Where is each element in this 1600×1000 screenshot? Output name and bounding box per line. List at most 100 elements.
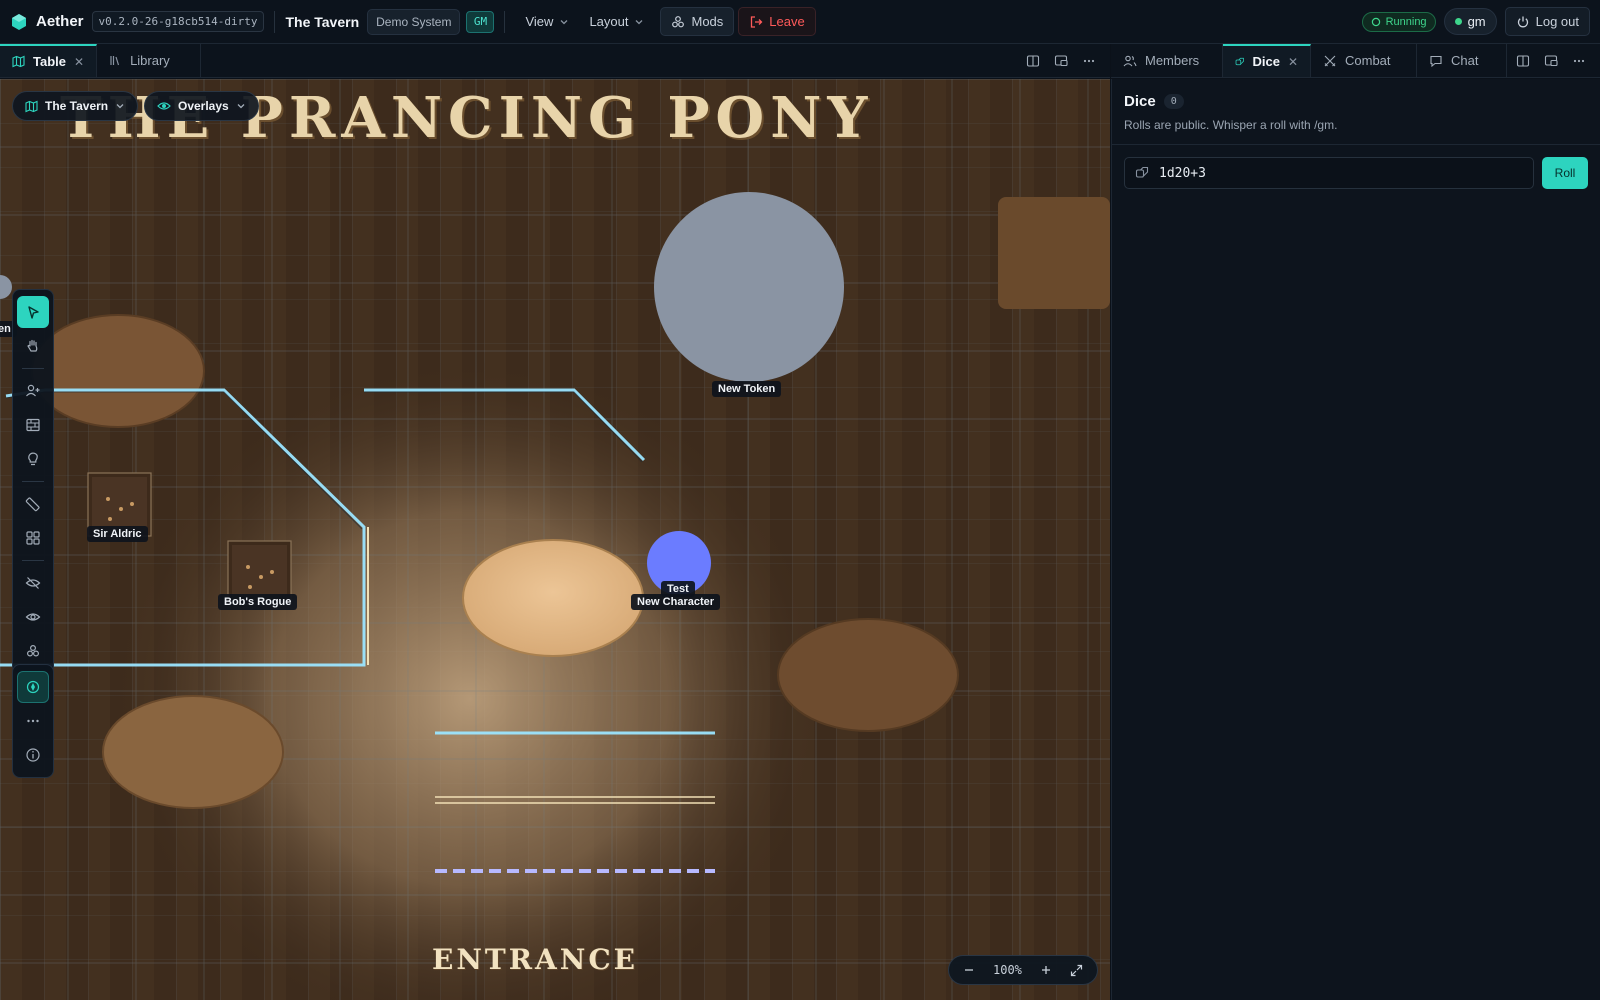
running-status-badge: Running — [1361, 11, 1436, 32]
logout-label: Log out — [1535, 14, 1579, 29]
chevron-down-icon — [237, 104, 245, 109]
tab-members[interactable]: Members — [1111, 44, 1223, 77]
gm-badge: GM — [466, 10, 495, 33]
close-icon[interactable]: ✕ — [74, 55, 84, 69]
dice-expression-value: 1d20+3 — [1159, 165, 1206, 181]
wall-tool[interactable] — [17, 409, 49, 441]
fog-reveal-tool[interactable] — [17, 601, 49, 633]
swords-icon — [1324, 55, 1336, 66]
main-tab-bar: Table ✕ Library — [0, 44, 1110, 78]
zoom-level: 100% — [993, 963, 1022, 977]
secondary-tool-palette — [12, 664, 54, 778]
view-menu[interactable]: View — [515, 8, 579, 35]
divider — [22, 368, 44, 369]
brick-wall-icon — [26, 418, 40, 432]
eye-off-icon — [25, 577, 41, 589]
room-title: The Tavern — [285, 13, 360, 30]
popout-icon[interactable] — [1544, 54, 1558, 68]
view-menu-label: View — [525, 14, 554, 29]
popout-icon[interactable] — [1054, 54, 1068, 68]
ping-icon — [26, 680, 40, 694]
token-label: New Token — [712, 381, 782, 397]
tab-label: Table — [33, 54, 66, 69]
divider — [274, 10, 276, 33]
roll-count-badge: 0 — [1163, 94, 1184, 109]
layout-menu[interactable]: Layout — [579, 8, 654, 35]
mods-tool[interactable] — [17, 635, 49, 667]
fullscreen-icon[interactable] — [1070, 964, 1083, 977]
chevron-down-icon — [636, 19, 643, 24]
token-label: Bob's Rogue — [218, 594, 298, 610]
bar-counter — [998, 197, 1110, 309]
select-tool[interactable] — [17, 296, 49, 328]
token-label: New Character — [631, 594, 721, 610]
more-icon[interactable] — [1572, 54, 1586, 68]
tool-palette — [12, 289, 54, 674]
more-tools-button[interactable] — [17, 705, 49, 737]
online-dot-icon — [1454, 18, 1462, 25]
eye-icon — [25, 613, 41, 621]
dice-panel-header: Dice 0 Rolls are public. Whisper a roll … — [1112, 79, 1600, 145]
dice-expression-input[interactable]: 1d20+3 — [1124, 157, 1534, 189]
table-center — [462, 539, 644, 657]
pan-tool[interactable] — [17, 330, 49, 362]
scene-selector[interactable]: The Tavern — [12, 91, 139, 121]
close-icon[interactable]: ✕ — [1288, 55, 1298, 69]
split-view-icon[interactable] — [1516, 54, 1530, 68]
zoom-control: 100% — [948, 955, 1098, 985]
system-chip[interactable]: Demo System — [367, 8, 461, 35]
tab-library[interactable]: Library — [97, 44, 201, 77]
aether-logo-icon — [12, 13, 26, 30]
tab-label: Combat — [1345, 53, 1391, 68]
zoom-in-icon[interactable] — [1040, 964, 1052, 976]
map-icon — [12, 55, 25, 68]
zoom-out-icon[interactable] — [963, 964, 975, 976]
more-icon[interactable] — [1082, 54, 1096, 68]
table-right — [777, 618, 959, 732]
library-icon — [110, 56, 120, 66]
tab-combat[interactable]: Combat — [1311, 44, 1417, 77]
measure-tool[interactable] — [17, 488, 49, 520]
split-view-icon[interactable] — [1026, 54, 1040, 68]
top-right-group: Running gm Log out — [1361, 7, 1590, 36]
overlays-selector[interactable]: Overlays — [144, 91, 259, 121]
running-label: Running — [1385, 15, 1427, 28]
mods-icon — [672, 15, 685, 27]
hand-icon — [27, 339, 38, 352]
more-icon — [27, 719, 39, 723]
dice-title: Dice — [1124, 93, 1156, 110]
logout-button[interactable]: Log out — [1504, 7, 1590, 36]
fog-hide-tool[interactable] — [17, 567, 49, 599]
leave-icon — [751, 15, 763, 28]
app-logo[interactable]: Aether — [10, 13, 84, 31]
table-top-left — [31, 314, 205, 428]
add-character-tool[interactable] — [17, 375, 49, 407]
dice-panel-title: Dice 0 — [1124, 93, 1588, 110]
entrance-text: ENTRANCE — [432, 943, 638, 976]
tab-dice[interactable]: Dice ✕ — [1223, 44, 1311, 77]
side-tab-bar: Members Dice ✕ Combat Chat — [1111, 44, 1600, 78]
info-button[interactable] — [17, 739, 49, 771]
ping-tool[interactable] — [17, 671, 49, 703]
dice-panel: Dice 0 Rolls are public. Whisper a roll … — [1111, 79, 1600, 1000]
mods-button[interactable]: Mods — [660, 7, 735, 36]
divider — [22, 560, 44, 561]
cursor-icon — [27, 305, 39, 319]
leave-button[interactable]: Leave — [738, 7, 816, 36]
grid-tool[interactable] — [17, 522, 49, 554]
user-chip[interactable]: gm — [1443, 8, 1497, 35]
tab-chat[interactable]: Chat — [1417, 44, 1507, 77]
info-icon — [26, 748, 40, 762]
dice-icon — [1135, 166, 1149, 178]
scene-selector-label: The Tavern — [45, 99, 109, 113]
chevron-down-icon — [116, 104, 124, 109]
chat-icon — [1430, 55, 1442, 67]
leave-label: Leave — [769, 14, 805, 29]
status-circle-icon — [1371, 17, 1380, 26]
roll-button[interactable]: Roll — [1542, 157, 1588, 189]
light-tool[interactable] — [17, 443, 49, 475]
tab-table[interactable]: Table ✕ — [0, 44, 98, 77]
map-canvas[interactable]: THE PRANCING PONY ENTRANCE The Tavern Ov… — [0, 79, 1110, 1000]
overlays-label: Overlays — [178, 99, 229, 113]
chevron-down-icon — [560, 19, 568, 24]
